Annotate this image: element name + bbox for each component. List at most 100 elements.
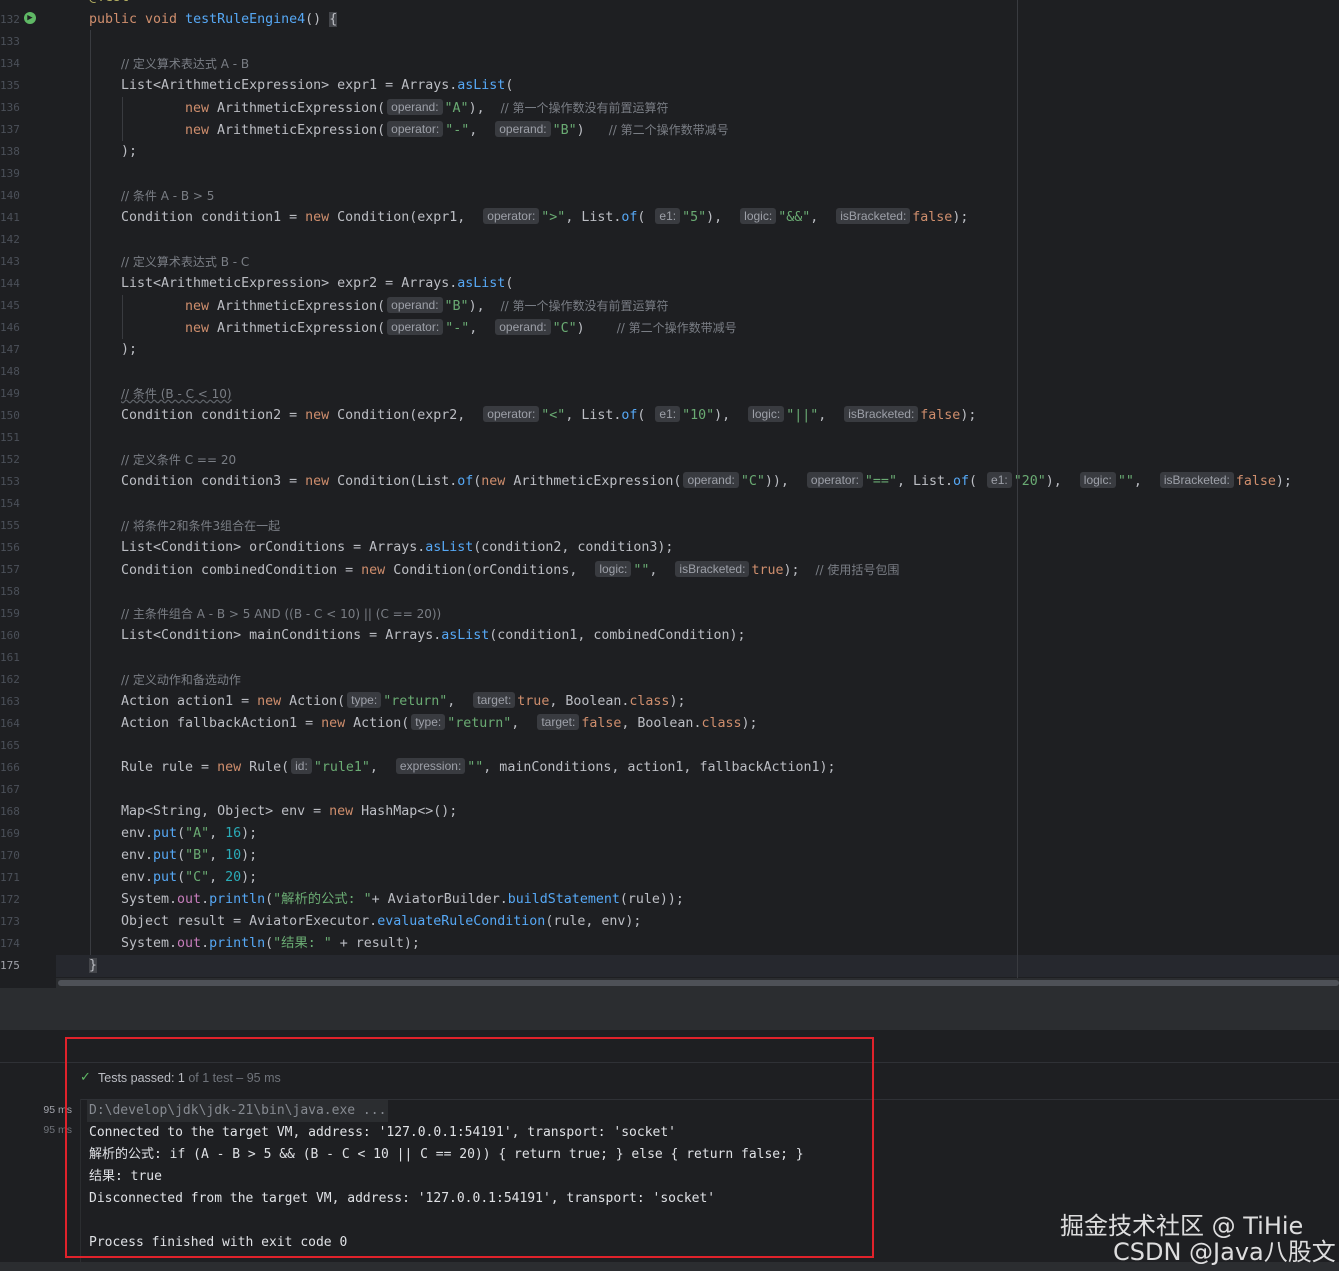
code-line[interactable]: new ArithmeticExpression(operator: "-", o…: [185, 119, 729, 141]
horizontal-scrollbar-thumb[interactable]: [58, 980, 1339, 986]
line-number: 143: [0, 255, 20, 268]
code-line[interactable]: Map<String, Object> env = new HashMap<>(…: [121, 801, 457, 823]
test-tree[interactable]: 95 ms 95 ms: [0, 1099, 81, 1271]
code-line[interactable]: System.out.println("结果: " + result);: [121, 933, 420, 955]
code-line[interactable]: Rule rule = new Rule(id: "rule1", express…: [121, 757, 836, 779]
code-token: );: [241, 826, 258, 841]
code-token: {: [329, 12, 338, 27]
code-line[interactable]: Condition condition3 = new Condition(Lis…: [121, 471, 1292, 493]
parameter-hint: operand:: [387, 297, 443, 313]
code-line[interactable]: Action action1 = new Action(type: "return…: [121, 691, 685, 713]
code-comment: // 条件 (B - C < 10): [121, 387, 232, 401]
code-line[interactable]: // 主条件组合 A - B > 5 AND ((B - C < 10) || …: [121, 603, 441, 625]
code-token: new: [361, 563, 394, 578]
code-token: put: [153, 826, 178, 841]
code-token: out: [177, 892, 202, 907]
line-number: 174: [0, 937, 20, 950]
code-token: new: [185, 123, 218, 138]
line-number: 141: [0, 211, 20, 224]
line-number: 172: [0, 893, 20, 906]
code-line[interactable]: }: [89, 955, 98, 977]
line-number: 164: [0, 717, 20, 730]
test-duration: 95 ms: [43, 1104, 72, 1116]
code-line[interactable]: Condition combinedCondition = new Condit…: [121, 559, 899, 581]
parameter-hint: logic:: [595, 561, 632, 577]
code-token: (: [177, 870, 186, 885]
code-token: put: [153, 870, 178, 885]
code-line[interactable]: Condition condition2 = new Condition(exp…: [121, 405, 976, 427]
parameter-hint: expression:: [395, 758, 466, 774]
code-line[interactable]: List<ArithmeticExpression> expr1 = Array…: [121, 75, 513, 97]
code-line[interactable]: System.out.println("解析的公式: "+ AviatorBui…: [121, 889, 684, 911]
code-token: );: [669, 694, 686, 709]
code-line[interactable]: Condition condition1 = new Condition(exp…: [121, 207, 968, 229]
console-line-command[interactable]: D:\develop\jdk\jdk-21\bin\java.exe ...: [87, 1100, 389, 1122]
code-comment: // 定义算术表达式 B - C: [121, 255, 250, 269]
code-token: "A": [444, 101, 469, 116]
code-line[interactable]: );: [121, 141, 137, 163]
code-line[interactable]: // 条件 (B - C < 10): [121, 383, 232, 405]
code-line[interactable]: Object result = AviatorExecutor.evaluate…: [121, 911, 641, 933]
code-token: (: [265, 936, 274, 951]
line-number: 171: [0, 871, 20, 884]
code-line[interactable]: List<ArithmeticExpression> expr2 = Array…: [121, 273, 513, 295]
code-token: ,: [896, 474, 913, 489]
code-line[interactable]: env.put("B", 10);: [121, 845, 257, 867]
code-token: (: [505, 78, 514, 93]
code-line[interactable]: new ArithmeticExpression(operator: "-", o…: [185, 317, 737, 339]
code-comment: // 第一个操作数没有前置运算符: [500, 299, 669, 313]
code-token: ArithmeticExpression(: [513, 474, 682, 489]
code-line[interactable]: // 将条件2和条件3组合在一起: [121, 515, 280, 537]
code-token: }: [89, 958, 98, 973]
code-line[interactable]: );: [121, 339, 137, 361]
code-token: (: [265, 892, 274, 907]
parameter-hint: logic:: [748, 406, 785, 422]
code-line[interactable]: // 条件 A - B > 5: [121, 185, 214, 207]
code-line[interactable]: List<Condition> orConditions = Arrays.as…: [121, 537, 673, 559]
line-number: 150: [0, 409, 20, 422]
code-line[interactable]: List<Condition> mainConditions = Arrays.…: [121, 625, 745, 647]
code-token: Condition(orConditions,: [393, 563, 594, 578]
code-token: (): [305, 12, 330, 27]
code-token: println: [209, 936, 266, 951]
code-line[interactable]: public void testRuleEngine4() {: [89, 9, 338, 31]
code-token: env.: [121, 826, 154, 841]
code-comment: // 将条件2和条件3组合在一起: [121, 519, 281, 533]
code-line[interactable]: // 定义算术表达式 A - B: [121, 53, 249, 75]
code-token: 10: [225, 848, 242, 863]
code-line[interactable]: Action fallbackAction1 = new Action(type…: [121, 713, 758, 735]
code-line[interactable]: // 定义算术表达式 B - C: [121, 251, 249, 273]
console-line: Connected to the target VM, address: '12…: [89, 1125, 676, 1140]
test-duration: 95 ms: [43, 1124, 72, 1136]
code-token: (: [969, 474, 986, 489]
run-test-icon[interactable]: ▶: [24, 12, 36, 24]
code-token: Map<String, Object> env =: [121, 804, 330, 819]
code-line[interactable]: env.put("A", 16);: [121, 823, 257, 845]
code-line[interactable]: new ArithmeticExpression(operand: "A"), /…: [185, 97, 669, 119]
code-token: ,: [565, 408, 582, 423]
code-token: );: [121, 144, 138, 159]
code-line[interactable]: // 定义动作和备选动作: [121, 669, 241, 691]
code-line[interactable]: env.put("C", 20);: [121, 867, 257, 889]
code-token: "C": [552, 321, 577, 336]
code-line[interactable]: // 定义条件 C == 20: [121, 449, 236, 471]
line-number: 166: [0, 761, 20, 774]
code-token: + result);: [331, 936, 420, 951]
code-token: false: [920, 408, 961, 423]
line-number: 147: [0, 343, 20, 356]
code-token: asList: [457, 276, 506, 291]
code-token: ,: [447, 694, 472, 709]
check-icon: ✓: [80, 1070, 91, 1085]
code-line[interactable]: new ArithmeticExpression(operand: "B"), /…: [185, 295, 669, 317]
parameter-hint: isBracketed:: [836, 208, 911, 224]
code-token: );: [121, 342, 138, 357]
code-token: (rule, env);: [545, 914, 642, 929]
line-number: 138: [0, 145, 20, 158]
line-number: 136: [0, 101, 20, 114]
code-token: public void: [89, 12, 186, 27]
code-token: new: [185, 321, 218, 336]
code-token: ,: [549, 694, 566, 709]
parameter-hint: e1:: [655, 208, 681, 224]
code-editor[interactable]: 132 133 134 135 136 137 138 139 140 141 142 143 144 1…: [0, 0, 1339, 988]
line-number: 146: [0, 321, 20, 334]
